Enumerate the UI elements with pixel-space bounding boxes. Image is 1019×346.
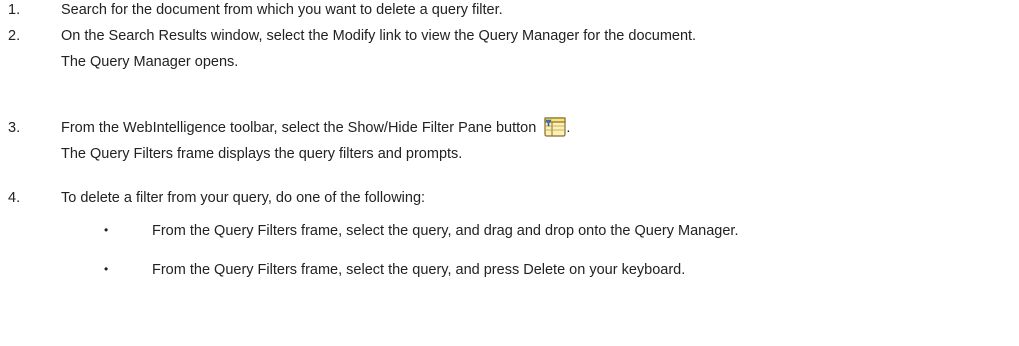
step-number: 3. (8, 120, 21, 136)
step-text: To delete a filter from your query, do o… (61, 190, 426, 206)
show-hide-filter-pane-icon (544, 116, 566, 138)
step-text: Search for the document from which you w… (61, 2, 503, 18)
step-number: 4. (8, 190, 21, 206)
bullet-text: From the Query Filters frame, select the… (152, 262, 686, 278)
bullet-text: From the Query Filters frame, select the… (152, 223, 739, 239)
instructions-document: 1. Search for the document from which yo… (0, 0, 1019, 346)
step-text: From the WebIntelligence toolbar, select… (61, 115, 1011, 141)
step-result-text: The Query Manager opens. (61, 54, 239, 70)
bullet-icon: • (104, 223, 109, 237)
step-text: On the Search Results window, select the… (61, 28, 697, 44)
step-number: 2. (8, 28, 21, 44)
step-result-text: The Query Filters frame displays the que… (61, 146, 463, 162)
bullet-icon: • (104, 262, 109, 276)
step-number: 1. (8, 2, 21, 18)
